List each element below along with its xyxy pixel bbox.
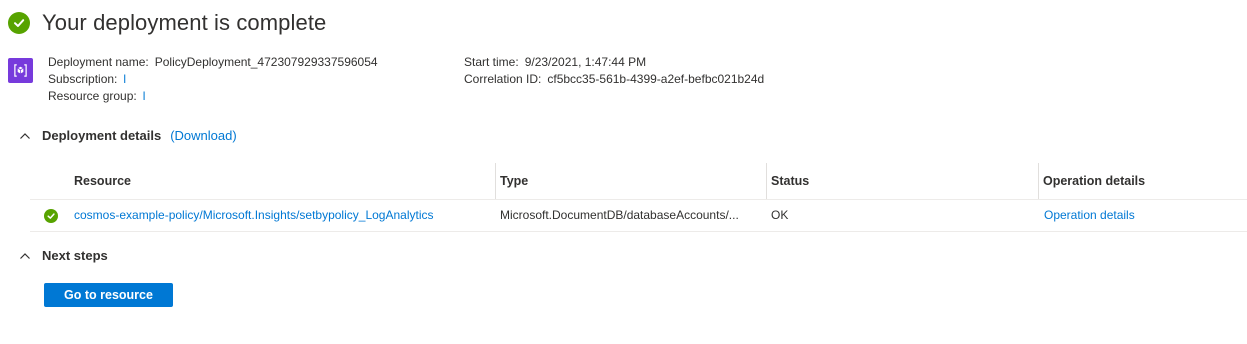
go-to-resource-button[interactable]: Go to resource <box>44 283 173 307</box>
deployment-name-row: Deployment name: PolicyDeployment_4723079… <box>48 54 378 71</box>
deployment-cube-icon <box>8 58 33 83</box>
next-steps-label: Next steps <box>42 248 108 263</box>
operation-details-link[interactable]: Operation details <box>1044 200 1244 231</box>
correlation-id-label: Correlation ID: <box>464 72 542 86</box>
success-check-icon <box>44 209 58 223</box>
column-header-status[interactable]: Status <box>771 163 809 199</box>
start-time-label: Start time: <box>464 55 519 69</box>
deployment-details-table: Resource Type Status Operation details c… <box>30 163 1247 232</box>
chevron-up-icon[interactable] <box>18 129 32 143</box>
deployment-details-label: Deployment details <box>42 128 162 143</box>
column-header-operation-details[interactable]: Operation details <box>1043 163 1145 199</box>
column-divider[interactable] <box>1038 163 1039 199</box>
table-row: cosmos-example-policy/Microsoft.Insights… <box>30 200 1247 232</box>
download-link[interactable]: (Download) <box>170 128 236 143</box>
column-divider[interactable] <box>766 163 767 199</box>
resource-link[interactable]: cosmos-example-policy/Microsoft.Insights… <box>74 200 492 231</box>
deployment-name-label: Deployment name: <box>48 55 149 69</box>
column-divider[interactable] <box>495 163 496 199</box>
resource-status: OK <box>771 208 789 222</box>
resource-group-label: Resource group: <box>48 89 137 103</box>
deployment-name-value: PolicyDeployment_472307929337596054 <box>154 55 378 69</box>
deployment-meta-right: Start time: 9/23/2021, 1:47:44 PM Correla… <box>464 54 764 88</box>
table-header: Resource Type Status Operation details <box>30 163 1247 200</box>
subscription-value[interactable]: l <box>123 72 126 86</box>
page-header: Your deployment is complete <box>8 10 326 36</box>
resource-type: Microsoft.DocumentDB/databaseAccounts/..… <box>500 208 739 222</box>
deployment-details-header[interactable]: Deployment details (Download) <box>18 128 237 143</box>
start-time-value: 9/23/2021, 1:47:44 PM <box>524 55 647 69</box>
subscription-row: Subscription: l <box>48 71 378 88</box>
resource-group-value[interactable]: l <box>143 89 146 103</box>
deployment-overview-page: Your deployment is complete Deployment n… <box>0 0 1247 344</box>
chevron-up-icon[interactable] <box>18 249 32 263</box>
page-title: Your deployment is complete <box>42 10 327 35</box>
success-check-icon <box>8 12 30 34</box>
next-steps-header[interactable]: Next steps <box>18 248 108 263</box>
start-time-row: Start time: 9/23/2021, 1:47:44 PM <box>464 54 764 71</box>
correlation-id-value: cf5bcc35-561b-4399-a2ef-befbc021b24d <box>547 72 765 86</box>
subscription-label: Subscription: <box>48 72 118 86</box>
column-header-type[interactable]: Type <box>500 163 528 199</box>
resource-group-row: Resource group: l <box>48 88 378 105</box>
deployment-meta-left: Deployment name: PolicyDeployment_4723079… <box>48 54 378 105</box>
correlation-id-row: Correlation ID: cf5bcc35-561b-4399-a2ef-b… <box>464 71 764 88</box>
column-header-resource[interactable]: Resource <box>74 163 131 199</box>
